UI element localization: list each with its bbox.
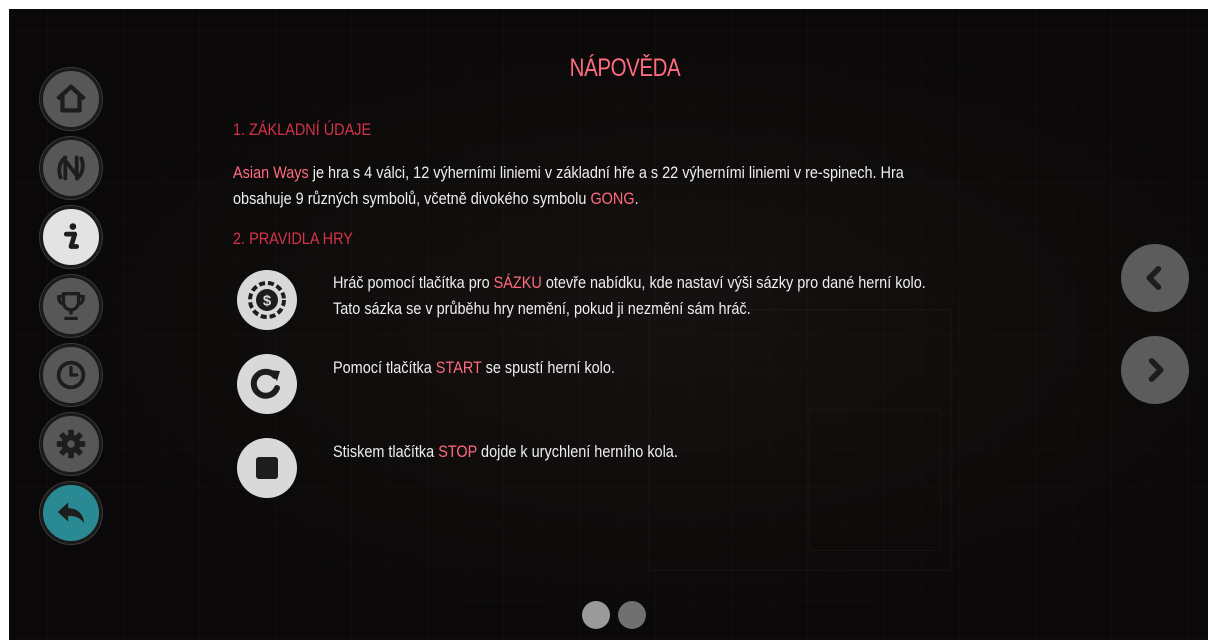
page-dot-2[interactable]	[618, 601, 646, 629]
chevron-left-icon	[1146, 266, 1162, 290]
keyword-stop: STOP	[438, 442, 478, 461]
rule-text-stop: Stiskem tlačítka STOP dojde k urychlení …	[333, 439, 678, 465]
rule-icon-bet: $	[237, 270, 297, 330]
keyword-bet: SÁZKU	[493, 273, 542, 292]
coin-bet-icon: $	[239, 272, 295, 328]
rule-text-part: Tato sázka se v průběhu hry nemění, poku…	[333, 299, 751, 318]
page-title: NÁPOVĚDA	[569, 54, 681, 82]
trophy-icon	[56, 291, 86, 321]
section-basics-text: Asian Ways je hra s 4 válci, 12 výherním…	[233, 160, 904, 212]
paytable-icon	[57, 154, 85, 182]
svg-text:$: $	[263, 293, 272, 310]
history-button[interactable]	[40, 344, 102, 406]
home-button[interactable]	[40, 68, 102, 130]
basics-text-part: je hra s 4 válci, 12 výherními liniemi v…	[308, 163, 904, 182]
keyword-start: START	[435, 358, 482, 377]
background-reel-frame	[809, 409, 941, 551]
section-heading-rules: 2. PRAVIDLA HRY	[233, 229, 353, 248]
rule-text-part: Pomocí tlačítka	[333, 358, 436, 377]
basics-text-part: obsahuje 9 různých symbolů, včetně divok…	[233, 189, 591, 208]
game-name: Asian Ways	[233, 163, 309, 182]
rule-text-part: Stiskem tlačítka	[333, 442, 439, 461]
game-help-screen	[9, 9, 1208, 640]
history-clock-icon	[56, 360, 86, 390]
stop-icon	[239, 440, 295, 496]
next-page-button[interactable]	[1121, 336, 1189, 404]
section-heading-basics: 1. ZÁKLADNÍ ÚDAJE	[233, 120, 372, 139]
rule-icon-start	[237, 354, 297, 414]
paytable-button[interactable]	[40, 137, 102, 199]
wild-symbol-name: GONG	[590, 189, 635, 208]
back-arrow-icon	[57, 502, 85, 524]
rule-text-bet: Hráč pomocí tlačítka pro SÁZKU otevře na…	[333, 270, 926, 322]
basics-text-part: .	[634, 189, 639, 208]
start-spin-icon	[239, 356, 295, 412]
chevron-right-icon	[1148, 358, 1164, 382]
back-button[interactable]	[40, 482, 102, 544]
rule-text-part: Hráč pomocí tlačítka pro	[333, 273, 494, 292]
info-button[interactable]	[40, 206, 102, 268]
home-icon	[56, 84, 86, 113]
background	[9, 9, 1208, 640]
settings-gear-icon	[56, 429, 86, 459]
trophy-button[interactable]	[40, 275, 102, 337]
rule-text-part: otevře nabídku, kde nastaví výši sázky p…	[541, 273, 926, 292]
rule-text-start: Pomocí tlačítka START se spustí herní ko…	[333, 355, 615, 381]
info-icon	[63, 223, 80, 249]
previous-page-button[interactable]	[1121, 244, 1189, 312]
settings-button[interactable]	[40, 413, 102, 475]
rule-text-part: dojde k urychlení herního kola.	[477, 442, 678, 461]
page-dot-1[interactable]	[582, 601, 610, 629]
rule-text-part: se spustí herní kolo.	[481, 358, 615, 377]
rule-icon-stop	[237, 438, 297, 498]
